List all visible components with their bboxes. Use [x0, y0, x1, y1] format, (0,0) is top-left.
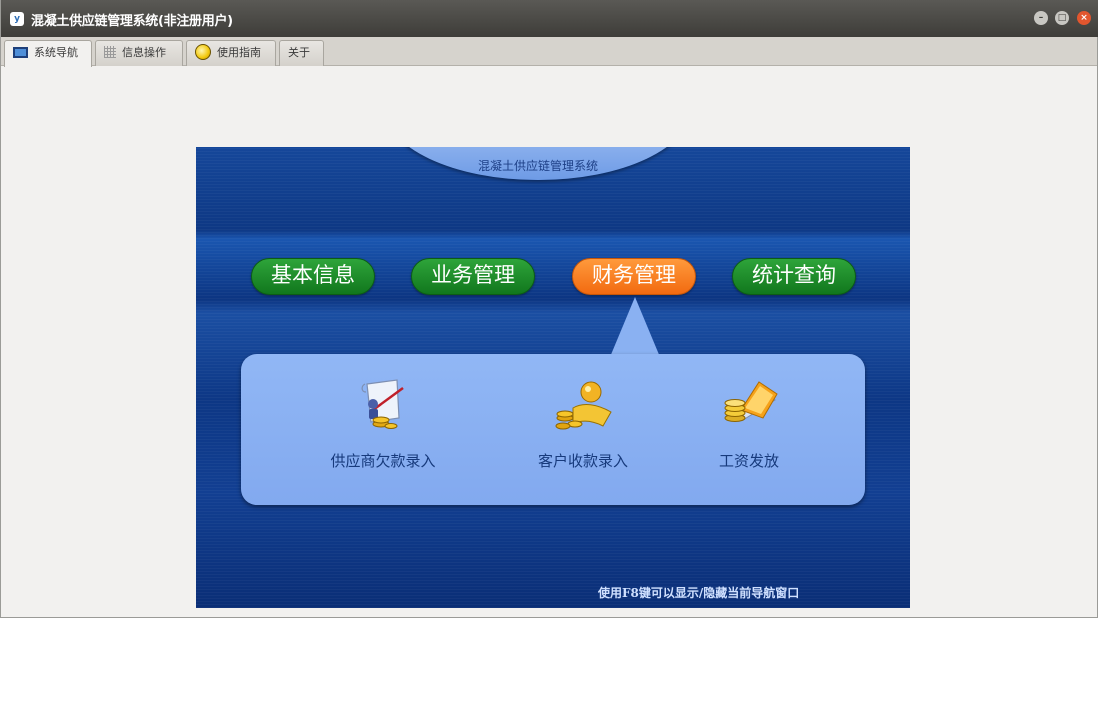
navigation-panel: 混凝土供应链管理系统 基本信息 业务管理 财务管理 统计查询 供应商欠款录入 客…	[196, 147, 910, 608]
tab-system-navigation[interactable]: 系统导航	[4, 40, 92, 67]
tab-user-guide[interactable]: 使用指南	[186, 40, 276, 66]
submenu-label: 供应商欠款录入	[330, 452, 436, 470]
submenu-label: 客户收款录入	[537, 452, 628, 470]
tab-label: 关于	[288, 46, 310, 59]
tab-information-operations[interactable]: 信息操作	[95, 40, 183, 66]
window-title: 混凝土供应链管理系统(非注册用户)	[31, 14, 233, 29]
submenu-supplier-debt-entry[interactable]: 供应商欠款录入	[303, 374, 463, 484]
supplier-debt-icon	[361, 379, 404, 429]
title-bar[interactable]: y 混凝土供应链管理系统(非注册用户) – □ ×	[1, 0, 1098, 37]
finance-submenu: 供应商欠款录入 客户收款录入 工资发放	[241, 354, 865, 505]
tab-label: 信息操作	[122, 46, 166, 59]
app-logo-icon: y	[10, 12, 24, 26]
grid-icon	[104, 46, 116, 58]
submenu-label: 工资发放	[718, 452, 779, 470]
maximize-button[interactable]: □	[1055, 11, 1069, 25]
panel-title: 混凝土供应链管理系统	[477, 159, 598, 173]
tab-label: 系统导航	[34, 46, 78, 59]
monitor-icon	[13, 46, 28, 58]
minimize-button[interactable]: –	[1034, 11, 1048, 25]
close-button[interactable]: ×	[1077, 11, 1091, 25]
menu-finance-management-button[interactable]: 财务管理	[572, 258, 696, 295]
payroll-icon	[724, 381, 778, 422]
submenu-customer-receipt-entry[interactable]: 客户收款录入	[503, 374, 663, 484]
customer-receipt-icon	[555, 381, 612, 430]
menu-basic-info-button[interactable]: 基本信息	[251, 258, 375, 295]
tab-label: 使用指南	[217, 46, 261, 59]
menu-statistics-query-button[interactable]: 统计查询	[732, 258, 856, 295]
menu-business-management-button[interactable]: 业务管理	[411, 258, 535, 295]
f8-hint-text: 使用F8键可以显示/隐藏当前导航窗口	[598, 586, 800, 600]
guide-icon	[195, 43, 211, 60]
submenu-payroll[interactable]: 工资发放	[669, 374, 829, 484]
tab-about[interactable]: 关于	[279, 40, 324, 66]
submenu-pointer	[610, 297, 660, 357]
tab-bar: 系统导航 信息操作 使用指南 关于	[1, 37, 1097, 67]
